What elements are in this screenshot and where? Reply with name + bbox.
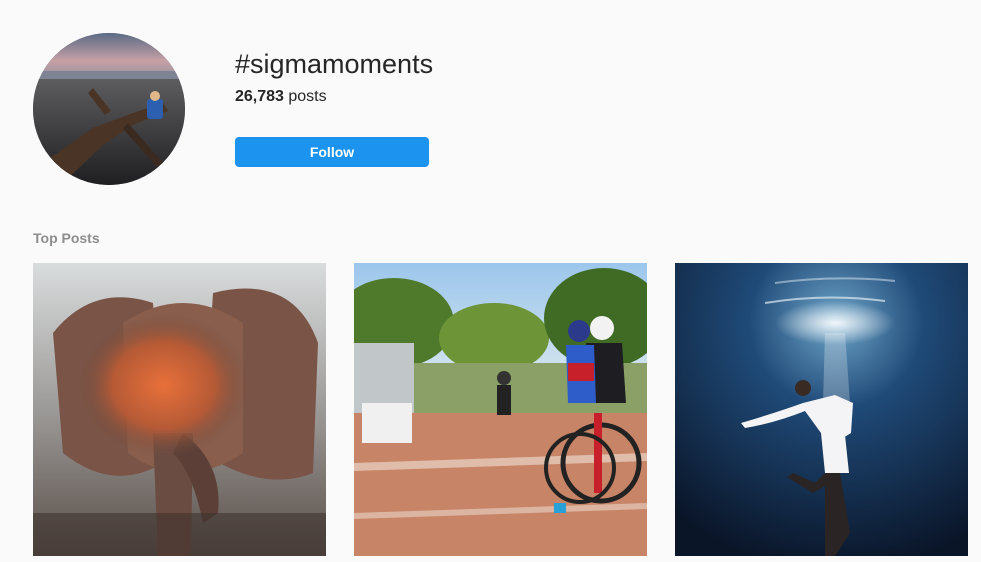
cycling-race-image [354,263,647,556]
top-post-cycling[interactable] [354,263,647,556]
top-post-underwater[interactable] [675,263,968,556]
avatar-image [33,33,185,185]
post-count-label: posts [283,88,327,105]
underwater-dancer-image [675,263,968,556]
hashtag-header: #sigmamoments 26,783 posts Follow [235,48,434,167]
hashtag-page: #sigmamoments 26,783 posts Follow Top Po… [0,0,981,562]
post-count: 26,783 posts [235,86,433,108]
follow-button[interactable]: Follow [235,137,429,167]
hashtag-avatar [33,33,185,185]
hashtag-title: #sigmamoments [235,49,434,79]
elephant-dust-image [33,263,326,556]
top-posts-heading: Top Posts [33,230,100,246]
top-post-elephant[interactable] [33,263,326,556]
post-count-number: 26,783 [235,88,284,105]
